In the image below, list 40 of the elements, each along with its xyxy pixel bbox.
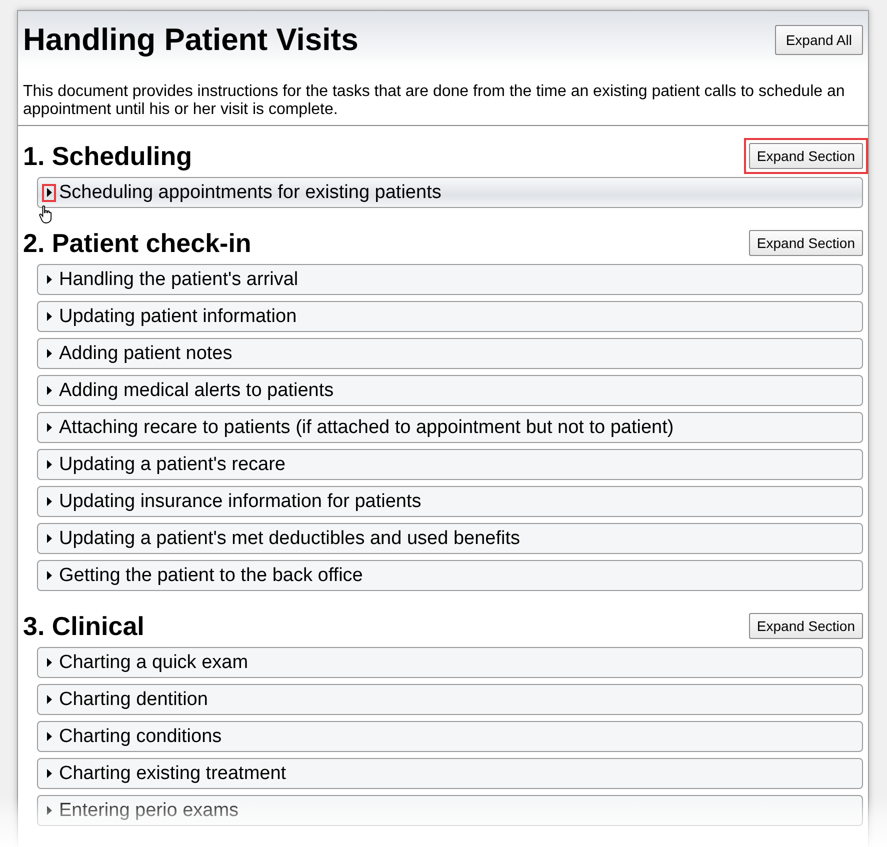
collapsible-topic[interactable]: Entering perio exams: [37, 795, 863, 826]
collapsible-topic[interactable]: Handling the patient's arrival: [37, 264, 863, 295]
topic-label: Updating patient information: [59, 306, 297, 328]
collapsible-topic[interactable]: Adding medical alerts to patients: [37, 375, 863, 406]
topic-label: Updating insurance information for patients: [59, 490, 422, 512]
topic-label: Charting dentition: [59, 688, 208, 710]
collapsible-topic[interactable]: Updating a patient's met deductibles and used benefits: [37, 523, 863, 554]
section-heading: 1. Scheduling: [23, 140, 192, 170]
expand-section-button[interactable]: Expand Section: [748, 230, 863, 256]
collapsible-topic[interactable]: Attaching recare to patients (if attached to appointment but not to patient): [37, 412, 863, 443]
topic-label: Updating a patient's met deductibles and used benefits: [59, 528, 520, 550]
topic-label: Charting a quick exam: [59, 652, 248, 674]
topic-label: Scheduling appointments for existing patients: [59, 182, 442, 204]
section-heading: 3. Clinical: [23, 610, 144, 640]
collapsible-topic[interactable]: Charting conditions: [37, 721, 863, 752]
section-heading: 2. Patient check-in: [23, 228, 252, 258]
page-title: Handling Patient Visits: [23, 22, 358, 58]
hand-cursor-icon: [39, 205, 52, 224]
topic-label: Adding patient notes: [59, 342, 232, 364]
collapsible-topic[interactable]: Updating patient information: [37, 301, 863, 332]
topic-label: Getting the patient to the back office: [59, 564, 363, 586]
topic-label: Updating a patient's recare: [59, 454, 286, 476]
topic-label: Entering perio exams: [59, 800, 239, 822]
collapsible-topic[interactable]: Adding patient notes: [37, 338, 863, 369]
expand-all-button[interactable]: Expand All: [774, 25, 863, 55]
collapsible-topic[interactable]: Updating insurance information for patients: [37, 486, 863, 517]
collapsible-topic[interactable]: Charting a quick exam: [37, 647, 863, 678]
collapsible-topic[interactable]: Scheduling appointments for existing patients: [37, 177, 863, 208]
topic-label: Adding medical alerts to patients: [59, 380, 334, 402]
expand-section-button[interactable]: Expand Section: [748, 142, 863, 168]
topic-label: Attaching recare to patients (if attached to appointment but not to patient): [59, 416, 674, 438]
description-text: This document provides instructions for the tasks that are done from the time an existing patient calls to schedule an appointment until his or her visit is complete.: [18, 69, 868, 126]
topic-label: Handling the patient's arrival: [59, 268, 298, 290]
collapsible-topic[interactable]: Charting existing treatment: [37, 758, 863, 789]
collapsible-topic[interactable]: Getting the patient to the back office: [37, 560, 863, 591]
topic-label: Charting conditions: [59, 726, 222, 748]
expand-section-button[interactable]: Expand Section: [748, 612, 863, 638]
collapsible-topic[interactable]: Updating a patient's recare: [37, 449, 863, 480]
topic-label: Charting existing treatment: [59, 762, 286, 784]
collapsible-topic[interactable]: Charting dentition: [37, 684, 863, 715]
